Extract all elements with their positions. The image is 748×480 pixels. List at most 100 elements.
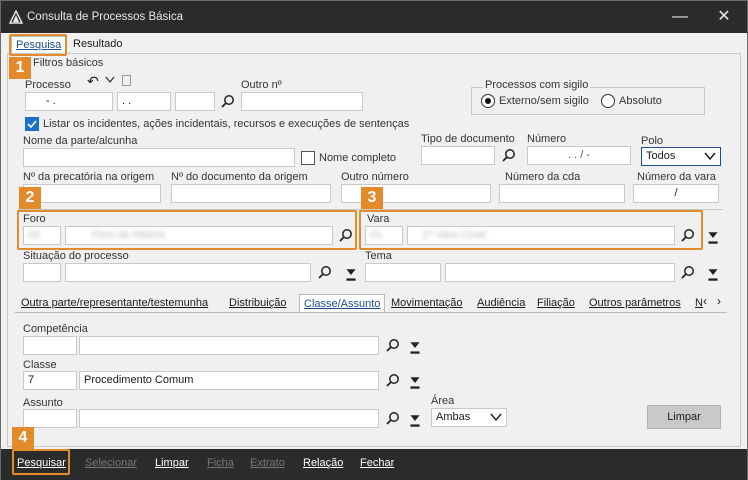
numero-vara-input[interactable]: / xyxy=(633,184,719,203)
annotation-box-2 xyxy=(17,210,357,250)
precatoria-label: Nº da precatória na origem xyxy=(23,171,155,183)
extrato-button[interactable]: Extrato xyxy=(250,457,285,469)
title-bar: Consulta de Processos Básica — ✕ xyxy=(1,1,747,33)
annotation-badge-4: 4 xyxy=(12,427,34,449)
info-icon[interactable] xyxy=(122,75,131,86)
clear-situacao-icon[interactable] xyxy=(343,267,359,283)
footer-toolbar: Pesquisar Selecionar Limpar Ficha Extrat… xyxy=(1,449,747,480)
fechar-button[interactable]: Fechar xyxy=(360,457,394,469)
chevron-down-icon xyxy=(490,413,502,422)
chevron-down-icon xyxy=(704,152,716,161)
minimize-icon[interactable]: — xyxy=(669,7,691,27)
sigilo-absoluto-label: Absoluto xyxy=(619,95,662,107)
search-classe-icon[interactable] xyxy=(385,373,401,389)
assunto-name-input[interactable] xyxy=(79,409,379,428)
listar-checkbox[interactable] xyxy=(25,117,39,131)
documento-origem-input[interactable] xyxy=(171,184,331,203)
outro-n-label: Outro nº xyxy=(241,79,282,91)
annotation-box-3 xyxy=(359,210,703,250)
tipo-documento-input[interactable] xyxy=(421,146,495,165)
polo-select[interactable]: Todos xyxy=(641,147,721,166)
subtab-distribuicao[interactable]: Distribuição xyxy=(229,294,286,312)
nome-parte-label: Nome da parte/alcunha xyxy=(23,135,138,147)
subtab-classe-assunto[interactable]: Classe/Assunto xyxy=(299,294,386,312)
assunto-label: Assunto xyxy=(23,397,63,409)
subtab-outra-parte[interactable]: Outra parte/representante/testemunha xyxy=(21,294,208,312)
window: Consulta de Processos Básica — ✕ Pesquis… xyxy=(0,0,748,480)
tab-resultado[interactable]: Resultado xyxy=(69,36,127,54)
window-title: Consulta de Processos Básica xyxy=(27,11,183,23)
relacao-button[interactable]: Relação xyxy=(303,457,343,469)
clear-classe-icon[interactable] xyxy=(407,375,423,391)
subtab-audiencia[interactable]: Audiência xyxy=(477,294,525,312)
numero-label: Número xyxy=(527,133,567,145)
listar-label: Listar os incidentes, ações incidentais,… xyxy=(43,118,410,130)
area-value: Ambas xyxy=(436,411,471,423)
search-tipo-documento-icon[interactable] xyxy=(501,148,517,164)
classe-code-input[interactable]: 7 xyxy=(23,371,77,390)
competencia-code-input[interactable] xyxy=(23,336,77,355)
numero-input[interactable]: . . / - xyxy=(527,146,631,165)
numero-cda-input[interactable] xyxy=(499,184,625,203)
limpar-button[interactable]: Limpar xyxy=(155,457,189,469)
app-logo-icon xyxy=(9,10,23,24)
subtab-n[interactable]: N xyxy=(695,294,703,312)
annotation-badge-2: 2 xyxy=(19,187,41,209)
competencia-name-input[interactable] xyxy=(79,336,379,355)
outro-numero-label: Outro número xyxy=(341,171,409,183)
chevron-right-icon[interactable]: › xyxy=(717,294,721,308)
filtros-basicos-title: Filtros básicos xyxy=(33,57,104,69)
polo-label: Polo xyxy=(641,135,664,147)
processo-label: Processo xyxy=(25,79,71,91)
search-tema-icon[interactable] xyxy=(680,265,696,281)
sigilo-absoluto-radio[interactable] xyxy=(601,94,615,108)
ficha-button[interactable]: Ficha xyxy=(207,457,234,469)
sigilo-externo-radio[interactable] xyxy=(481,94,495,108)
search-processo-icon[interactable] xyxy=(220,94,236,110)
area-select[interactable]: Ambas xyxy=(431,408,507,427)
tema-name-input[interactable] xyxy=(445,263,675,282)
chevron-left-icon[interactable]: ‹ xyxy=(703,294,707,308)
nome-completo-label: Nome completo xyxy=(319,152,397,164)
classe-label: Classe xyxy=(23,359,57,371)
outro-n-input[interactable] xyxy=(241,92,363,111)
processo-part3-input[interactable] xyxy=(175,92,215,111)
situacao-label: Situação do processo xyxy=(23,250,129,262)
clear-tema-icon[interactable] xyxy=(705,267,721,283)
undo-icon[interactable]: ↶ xyxy=(87,73,99,90)
subtab-filiacao[interactable]: Filiação xyxy=(537,294,575,312)
situacao-name-input[interactable] xyxy=(65,263,311,282)
subtab-divider xyxy=(15,312,727,313)
numero-cda-label: Número da cda xyxy=(505,171,581,183)
clear-competencia-icon[interactable] xyxy=(407,340,423,356)
sigilo-externo-label: Externo/sem sigilo xyxy=(499,95,589,107)
tema-label: Tema xyxy=(365,250,392,262)
competencia-label: Competência xyxy=(23,323,88,335)
search-competencia-icon[interactable] xyxy=(385,338,401,354)
situacao-code-input[interactable] xyxy=(23,263,61,282)
processo-part2-input[interactable]: . . xyxy=(117,92,171,111)
clear-vara-icon[interactable] xyxy=(705,230,721,246)
annotation-box-1 xyxy=(9,34,67,56)
search-situacao-icon[interactable] xyxy=(317,265,333,281)
documento-origem-label: Nº do documento da origem xyxy=(171,171,308,183)
classe-name-input[interactable]: Procedimento Comum xyxy=(79,371,379,390)
precatoria-input[interactable] xyxy=(23,184,161,203)
polo-value: Todos xyxy=(646,150,676,162)
clear-assunto-icon[interactable] xyxy=(407,413,423,429)
tema-code-input[interactable] xyxy=(365,263,441,282)
processo-part1-input[interactable]: - . xyxy=(25,92,113,111)
assunto-code-input[interactable] xyxy=(23,409,77,428)
annotation-badge-1: 1 xyxy=(9,57,31,79)
chevron-down-icon[interactable] xyxy=(105,75,115,87)
search-assunto-icon[interactable] xyxy=(385,411,401,427)
selecionar-button[interactable]: Selecionar xyxy=(85,457,137,469)
subtab-outros-parametros[interactable]: Outros parâmetros xyxy=(589,294,681,312)
tipo-documento-label: Tipo de documento xyxy=(421,133,515,145)
area-label: Área xyxy=(431,395,455,407)
nome-completo-checkbox[interactable] xyxy=(301,151,315,165)
subtab-movimentacao[interactable]: Movimentação xyxy=(391,294,463,312)
limpar-classe-button[interactable]: Limpar xyxy=(647,405,721,429)
close-icon[interactable]: ✕ xyxy=(713,7,735,27)
nome-parte-input[interactable] xyxy=(23,148,295,167)
